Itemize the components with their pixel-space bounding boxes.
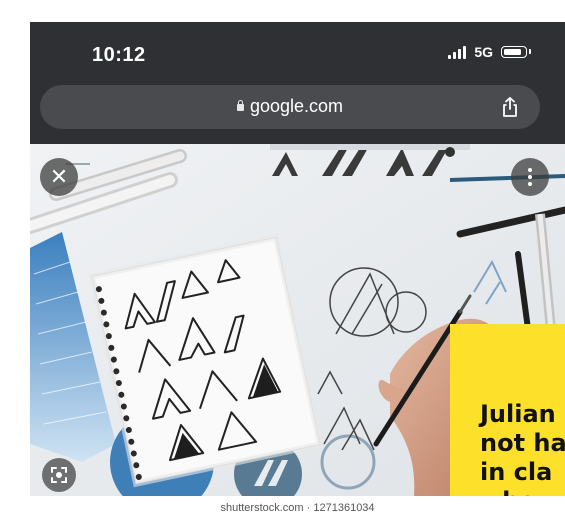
image-caption[interactable]: shutterstock.com · 1271361034 — [30, 496, 565, 520]
phone-screen: 10:12 5G google.com ✕ Julian not ha in c… — [30, 22, 565, 520]
url-text: google.com — [249, 96, 344, 116]
signal-icon — [448, 45, 467, 59]
image-preview[interactable]: ✕ Julian not ha in cla whe — [30, 144, 565, 496]
overlay-text-line: in cla — [480, 458, 553, 486]
lock-icon — [236, 100, 244, 111]
status-time: 10:12 — [92, 44, 146, 66]
address-display[interactable]: google.com — [40, 96, 540, 117]
lens-button[interactable] — [42, 458, 76, 492]
status-icons: 5G — [448, 44, 531, 60]
overlay-text-line: Julian — [480, 400, 556, 428]
browser-top-bar: 10:12 5G google.com — [30, 22, 565, 144]
more-options-button[interactable] — [511, 158, 549, 196]
overlay-text-panel: Julian not ha in cla whe — [450, 324, 565, 496]
network-label: 5G — [474, 44, 493, 60]
overlay-text-line: whe — [480, 487, 565, 496]
battery-icon — [501, 46, 531, 58]
overlay-text-line: not ha — [480, 429, 565, 457]
close-icon: ✕ — [49, 164, 69, 189]
lens-icon — [51, 467, 67, 483]
share-icon[interactable] — [500, 96, 520, 118]
close-button[interactable]: ✕ — [40, 158, 78, 196]
address-bar[interactable]: google.com — [40, 85, 540, 129]
